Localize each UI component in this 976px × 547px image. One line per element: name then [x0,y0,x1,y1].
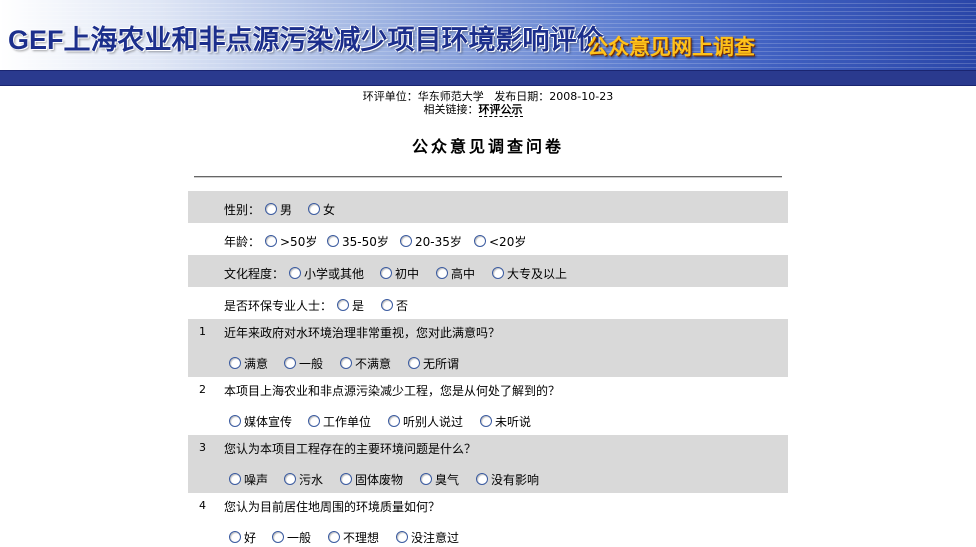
radio-button[interactable] [327,235,339,247]
radio-button[interactable] [265,203,277,215]
radio-button[interactable] [381,299,393,311]
option-not-heard[interactable]: 未听说 [480,413,531,430]
option-age-over-50[interactable]: >50岁 [265,233,317,250]
question-text: 您认为目前居住地周围的环境质量如何？ [224,500,441,514]
question-age: 年龄： >50岁 35-50岁 20-35岁 <20岁 [188,223,788,255]
option-noise[interactable]: 噪声 [229,471,268,488]
radio-button[interactable] [229,357,241,369]
option-average[interactable]: 一般 [284,355,323,372]
radio-button[interactable] [400,235,412,247]
date-label: 发布日期： [494,90,550,103]
radio-button[interactable] [388,415,400,427]
radio-button[interactable] [420,473,432,485]
radio-button[interactable] [476,473,488,485]
info-line-1: 环评单位：华东师范大学 发布日期：2008-10-23 [0,90,976,103]
page-title: GEF上海农业和非点源污染减少项目环境影响评价 [8,25,604,55]
divider [194,176,782,178]
question-education: 文化程度： 小学或其他 初中 高中 大专及以上 [188,255,788,287]
unit-value: 华东师范大学 [417,90,484,103]
radio-button[interactable] [340,357,352,369]
project-info: 环评单位：华东师范大学 发布日期：2008-10-23 相关链接：环评公示 [0,90,976,117]
option-no[interactable]: 否 [381,297,408,314]
radio-button[interactable] [229,531,241,543]
option-age-under-20[interactable]: <20岁 [474,233,526,250]
radio-button[interactable] [289,267,301,279]
question-number: 2 [199,383,206,396]
option-age-35-50[interactable]: 35-50岁 [327,233,389,250]
age-label: 年龄： [224,235,261,249]
option-yes[interactable]: 是 [337,297,364,314]
education-label: 文化程度： [224,267,285,281]
radio-button[interactable] [284,473,296,485]
option-unsatisfied[interactable]: 不满意 [340,355,391,372]
question-number: 1 [199,325,206,338]
option-college-and-above[interactable]: 大专及以上 [492,265,567,282]
option-no-impact[interactable]: 没有影响 [476,471,539,488]
option-not-ideal[interactable]: 不理想 [328,529,379,546]
option-media[interactable]: 媒体宣传 [229,413,292,430]
date-value: 2008-10-23 [549,90,614,103]
question-text: 您认为本项目工程存在的主要环境问题是什么？ [224,442,477,456]
radio-button[interactable] [308,203,320,215]
radio-button[interactable] [492,267,504,279]
question-env-professional: 是否环保专业人士： 是 否 [188,287,788,319]
unit-label: 环评单位： [362,90,418,103]
question-4: 4 您认为目前居住地周围的环境质量如何？ 好 一般 不理想 没注意过 [188,493,788,547]
radio-button[interactable] [308,415,320,427]
radio-button[interactable] [340,473,352,485]
option-female[interactable]: 女 [308,201,335,218]
page-subtitle: 公众意见网上调查 [587,36,755,59]
radio-button[interactable] [284,357,296,369]
radio-button[interactable] [396,531,408,543]
option-age-20-35[interactable]: 20-35岁 [400,233,462,250]
radio-button[interactable] [380,267,392,279]
radio-button[interactable] [474,235,486,247]
option-junior-high[interactable]: 初中 [380,265,419,282]
question-number: 4 [199,499,206,512]
link-label: 相关链接： [423,103,479,116]
env-professional-label: 是否环保专业人士： [224,299,333,313]
radio-button[interactable] [408,357,420,369]
option-heard-from-others[interactable]: 听别人说过 [388,413,463,430]
question-text: 近年来政府对水环境治理非常重视，您对此满意吗？ [224,326,501,340]
option-male[interactable]: 男 [265,201,292,218]
option-satisfied[interactable]: 满意 [229,355,268,372]
info-line-2: 相关链接：环评公示 [0,103,976,117]
option-wastewater[interactable]: 污水 [284,471,323,488]
option-odor[interactable]: 臭气 [420,471,459,488]
nav-bar [0,70,976,86]
radio-button[interactable] [265,235,277,247]
radio-button[interactable] [229,415,241,427]
option-solid-waste[interactable]: 固体废物 [340,471,403,488]
question-number: 3 [199,441,206,454]
radio-button[interactable] [229,473,241,485]
eia-notice-link[interactable]: 环评公示 [478,103,523,117]
option-primary-or-other[interactable]: 小学或其他 [289,265,364,282]
gender-label: 性别： [224,203,261,217]
radio-button[interactable] [337,299,349,311]
option-workplace[interactable]: 工作单位 [308,413,371,430]
option-good[interactable]: 好 [229,529,256,546]
option-not-noticed[interactable]: 没注意过 [396,529,459,546]
header-banner: GEF上海农业和非点源污染减少项目环境影响评价 公众意见网上调查 [0,0,976,70]
option-senior-high[interactable]: 高中 [436,265,475,282]
radio-button[interactable] [480,415,492,427]
question-1: 1 近年来政府对水环境治理非常重视，您对此满意吗？ 满意 一般 不满意 无所谓 [188,319,788,377]
question-gender: 性别： 男 女 [188,191,788,223]
option-indifferent[interactable]: 无所谓 [408,355,459,372]
radio-button[interactable] [272,531,284,543]
radio-button[interactable] [436,267,448,279]
question-text: 本项目上海农业和非点源污染减少工程，您是从何处了解到的？ [224,384,561,398]
radio-button[interactable] [328,531,340,543]
form-title: 公众意见调查问卷 [411,137,564,156]
question-2: 2 本项目上海农业和非点源污染减少工程，您是从何处了解到的？ 媒体宣传 工作单位… [188,377,788,435]
option-average[interactable]: 一般 [272,529,311,546]
question-3: 3 您认为本项目工程存在的主要环境问题是什么？ 噪声 污水 固体废物 臭气 没有… [188,435,788,493]
